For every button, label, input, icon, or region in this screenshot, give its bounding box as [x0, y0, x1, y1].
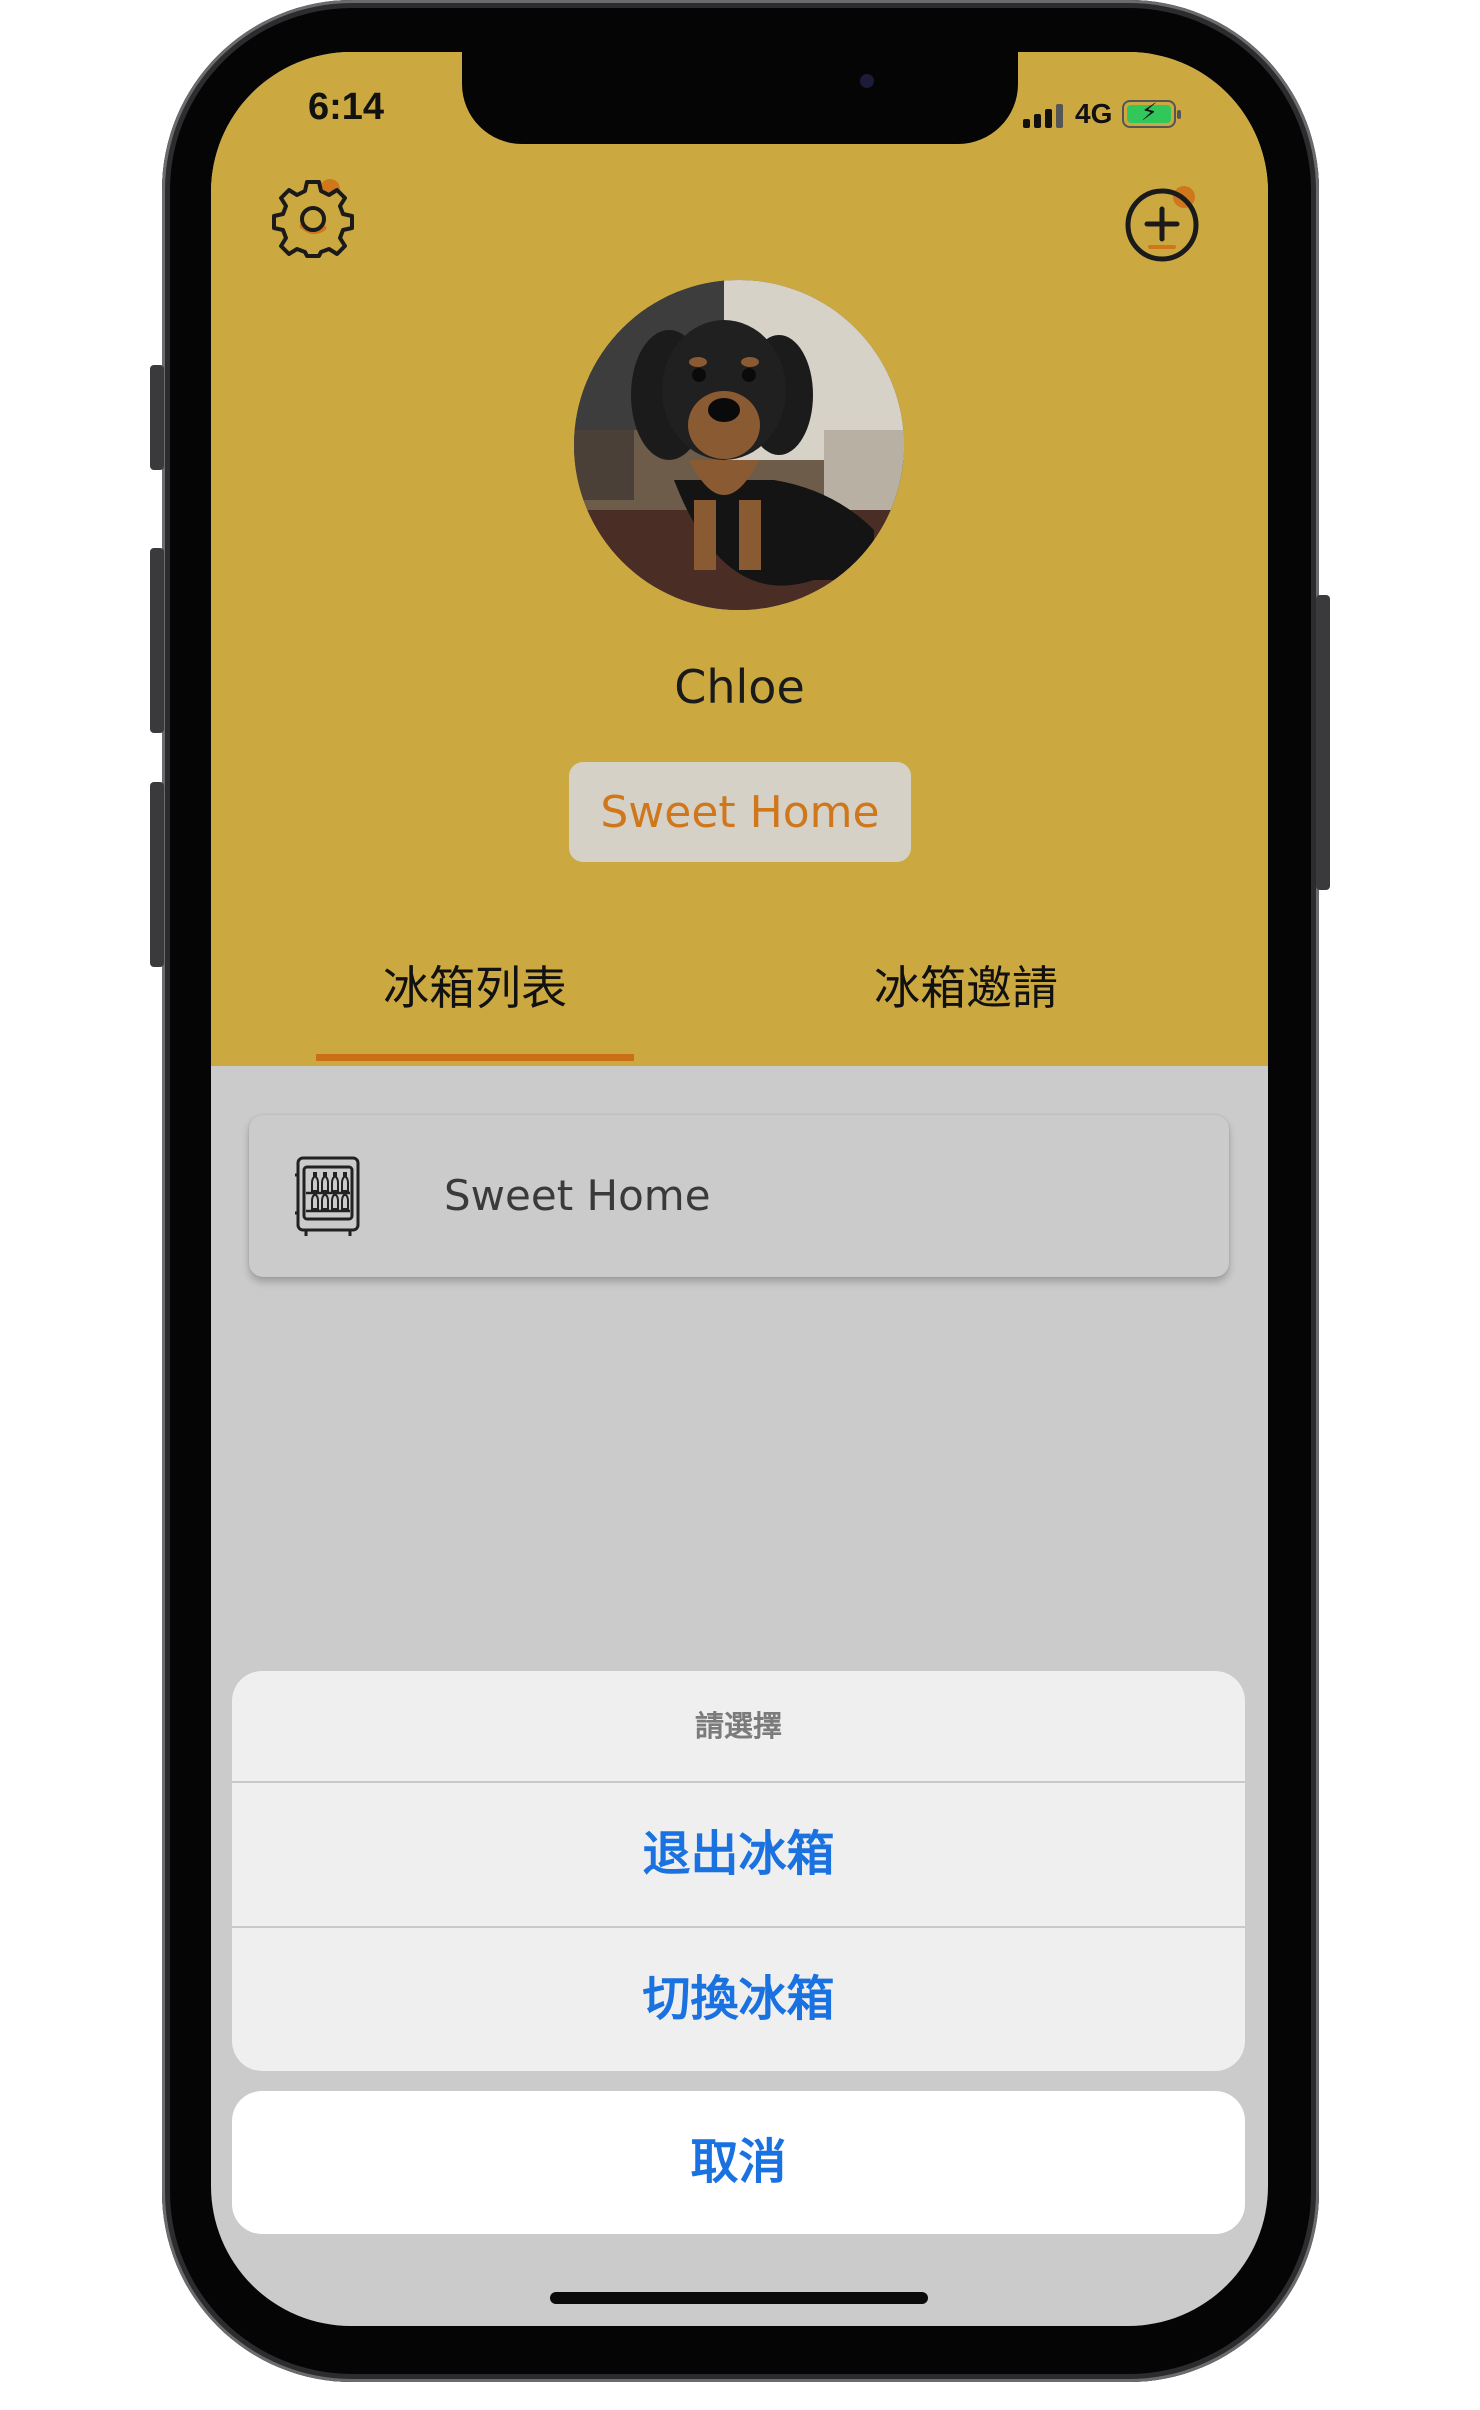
volume-down-button: [150, 782, 164, 967]
add-fridge-icon[interactable]: [1122, 183, 1202, 263]
signal-icon: [1023, 104, 1063, 128]
mute-switch: [150, 365, 164, 470]
cancel-button[interactable]: 取消: [232, 2091, 1245, 2234]
battery-icon: ⚡: [1122, 98, 1182, 128]
action-sheet: 請選擇 退出冰箱 切換冰箱: [232, 1671, 1245, 2071]
avatar[interactable]: [574, 280, 904, 610]
status-time: 6:14: [308, 86, 385, 128]
gear-icon[interactable]: [272, 176, 354, 258]
leave-fridge-button[interactable]: 退出冰箱: [232, 1783, 1245, 1926]
fridge-name: Sweet Home: [444, 1171, 711, 1220]
fridge-icon: [295, 1156, 360, 1236]
user-name: Chloe: [674, 660, 805, 714]
dog-photo: [574, 280, 904, 610]
switch-fridge-button[interactable]: 切換冰箱: [232, 1928, 1245, 2071]
notch: [462, 52, 1018, 144]
power-button: [1316, 595, 1330, 890]
network-label: 4G: [1075, 98, 1113, 129]
status-indicators: 4G ⚡: [1023, 98, 1182, 129]
tab-fridge-invite[interactable]: 冰箱邀請: [841, 952, 1091, 1018]
tab-fridge-list[interactable]: 冰箱列表: [316, 952, 634, 1018]
screen: 6:14 4G ⚡ Chloe Sweet Home 冰箱列表 冰箱邀請 Swe…: [211, 52, 1268, 2326]
active-tab-indicator: [316, 1054, 634, 1061]
camera-icon: [860, 74, 874, 88]
current-fridge-button[interactable]: Sweet Home: [569, 762, 911, 862]
home-indicator[interactable]: [550, 2292, 928, 2304]
volume-up-button: [150, 548, 164, 733]
fridge-list-item[interactable]: Sweet Home: [249, 1115, 1229, 1277]
action-sheet-title: 請選擇: [694, 1709, 782, 1743]
